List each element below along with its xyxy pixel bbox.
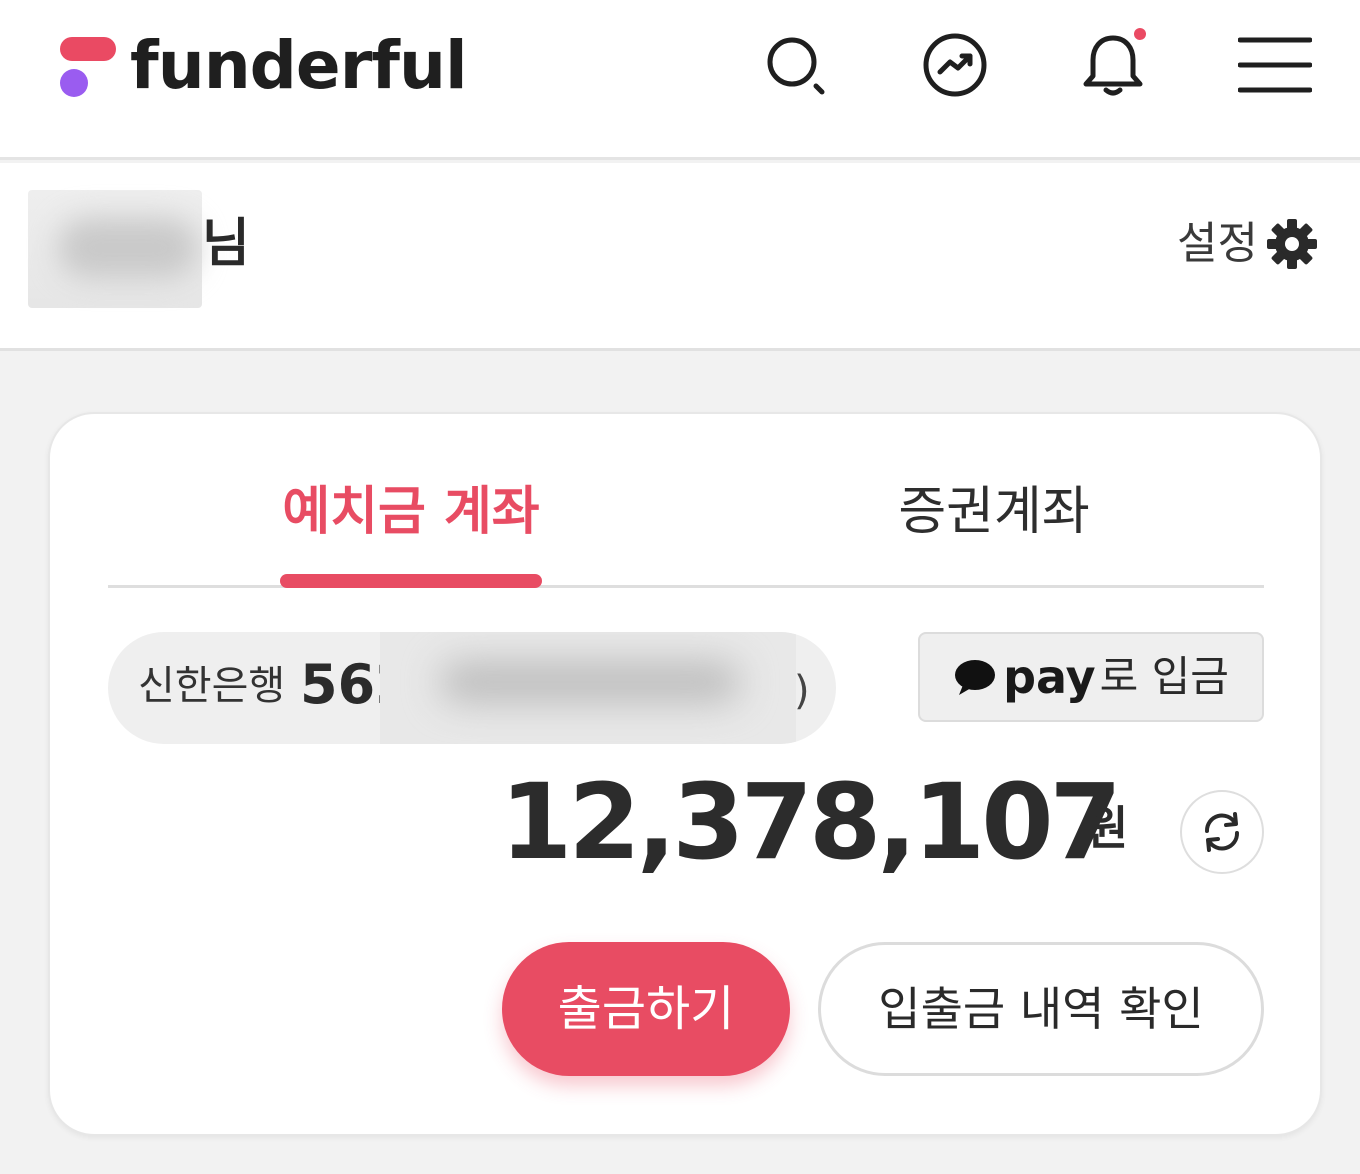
username-redacted	[28, 190, 202, 308]
settings-button[interactable]: 설정	[1177, 214, 1320, 274]
bank-name: 신한은행	[138, 663, 286, 709]
username-suffix: 님	[202, 214, 250, 274]
account-number-redacted	[380, 632, 796, 744]
trend-icon[interactable]	[920, 30, 990, 100]
pay-label: 로 입금	[1099, 652, 1229, 701]
pay-brand: pay	[1003, 650, 1096, 704]
balance-currency: 원	[1086, 801, 1129, 855]
tab-deposit-account[interactable]: 예치금 계좌	[280, 470, 542, 554]
account-tabs: 예치금 계좌 증권계좌	[108, 470, 1264, 588]
brand-logo[interactable]: funderful	[58, 27, 468, 104]
gear-icon	[1267, 219, 1317, 269]
account-number-pill: 신한은행 562 )	[108, 632, 836, 744]
kakaopay-deposit-button[interactable]: pay 로 입금	[918, 632, 1264, 722]
search-icon[interactable]	[760, 30, 830, 100]
refresh-button[interactable]	[1180, 790, 1264, 874]
notification-dot	[1134, 28, 1146, 40]
app-header: funderful	[0, 0, 1360, 160]
transaction-history-button[interactable]: 입출금 내역 확인	[818, 942, 1264, 1076]
balance-amount: 12,378,107	[500, 761, 1122, 883]
bell-icon[interactable]	[1078, 28, 1148, 100]
settings-label: 설정	[1177, 218, 1258, 269]
tab-securities-account[interactable]: 증권계좌	[844, 470, 1144, 554]
brand-name: funderful	[130, 27, 468, 104]
menu-icon[interactable]	[1237, 30, 1313, 100]
speech-bubble-icon	[955, 660, 996, 695]
logo-mark-icon	[58, 33, 118, 99]
active-tab-indicator	[280, 574, 542, 588]
refresh-icon	[1204, 812, 1240, 852]
withdraw-button[interactable]: 출금하기	[502, 942, 790, 1076]
account-number-tail: )	[794, 668, 810, 714]
